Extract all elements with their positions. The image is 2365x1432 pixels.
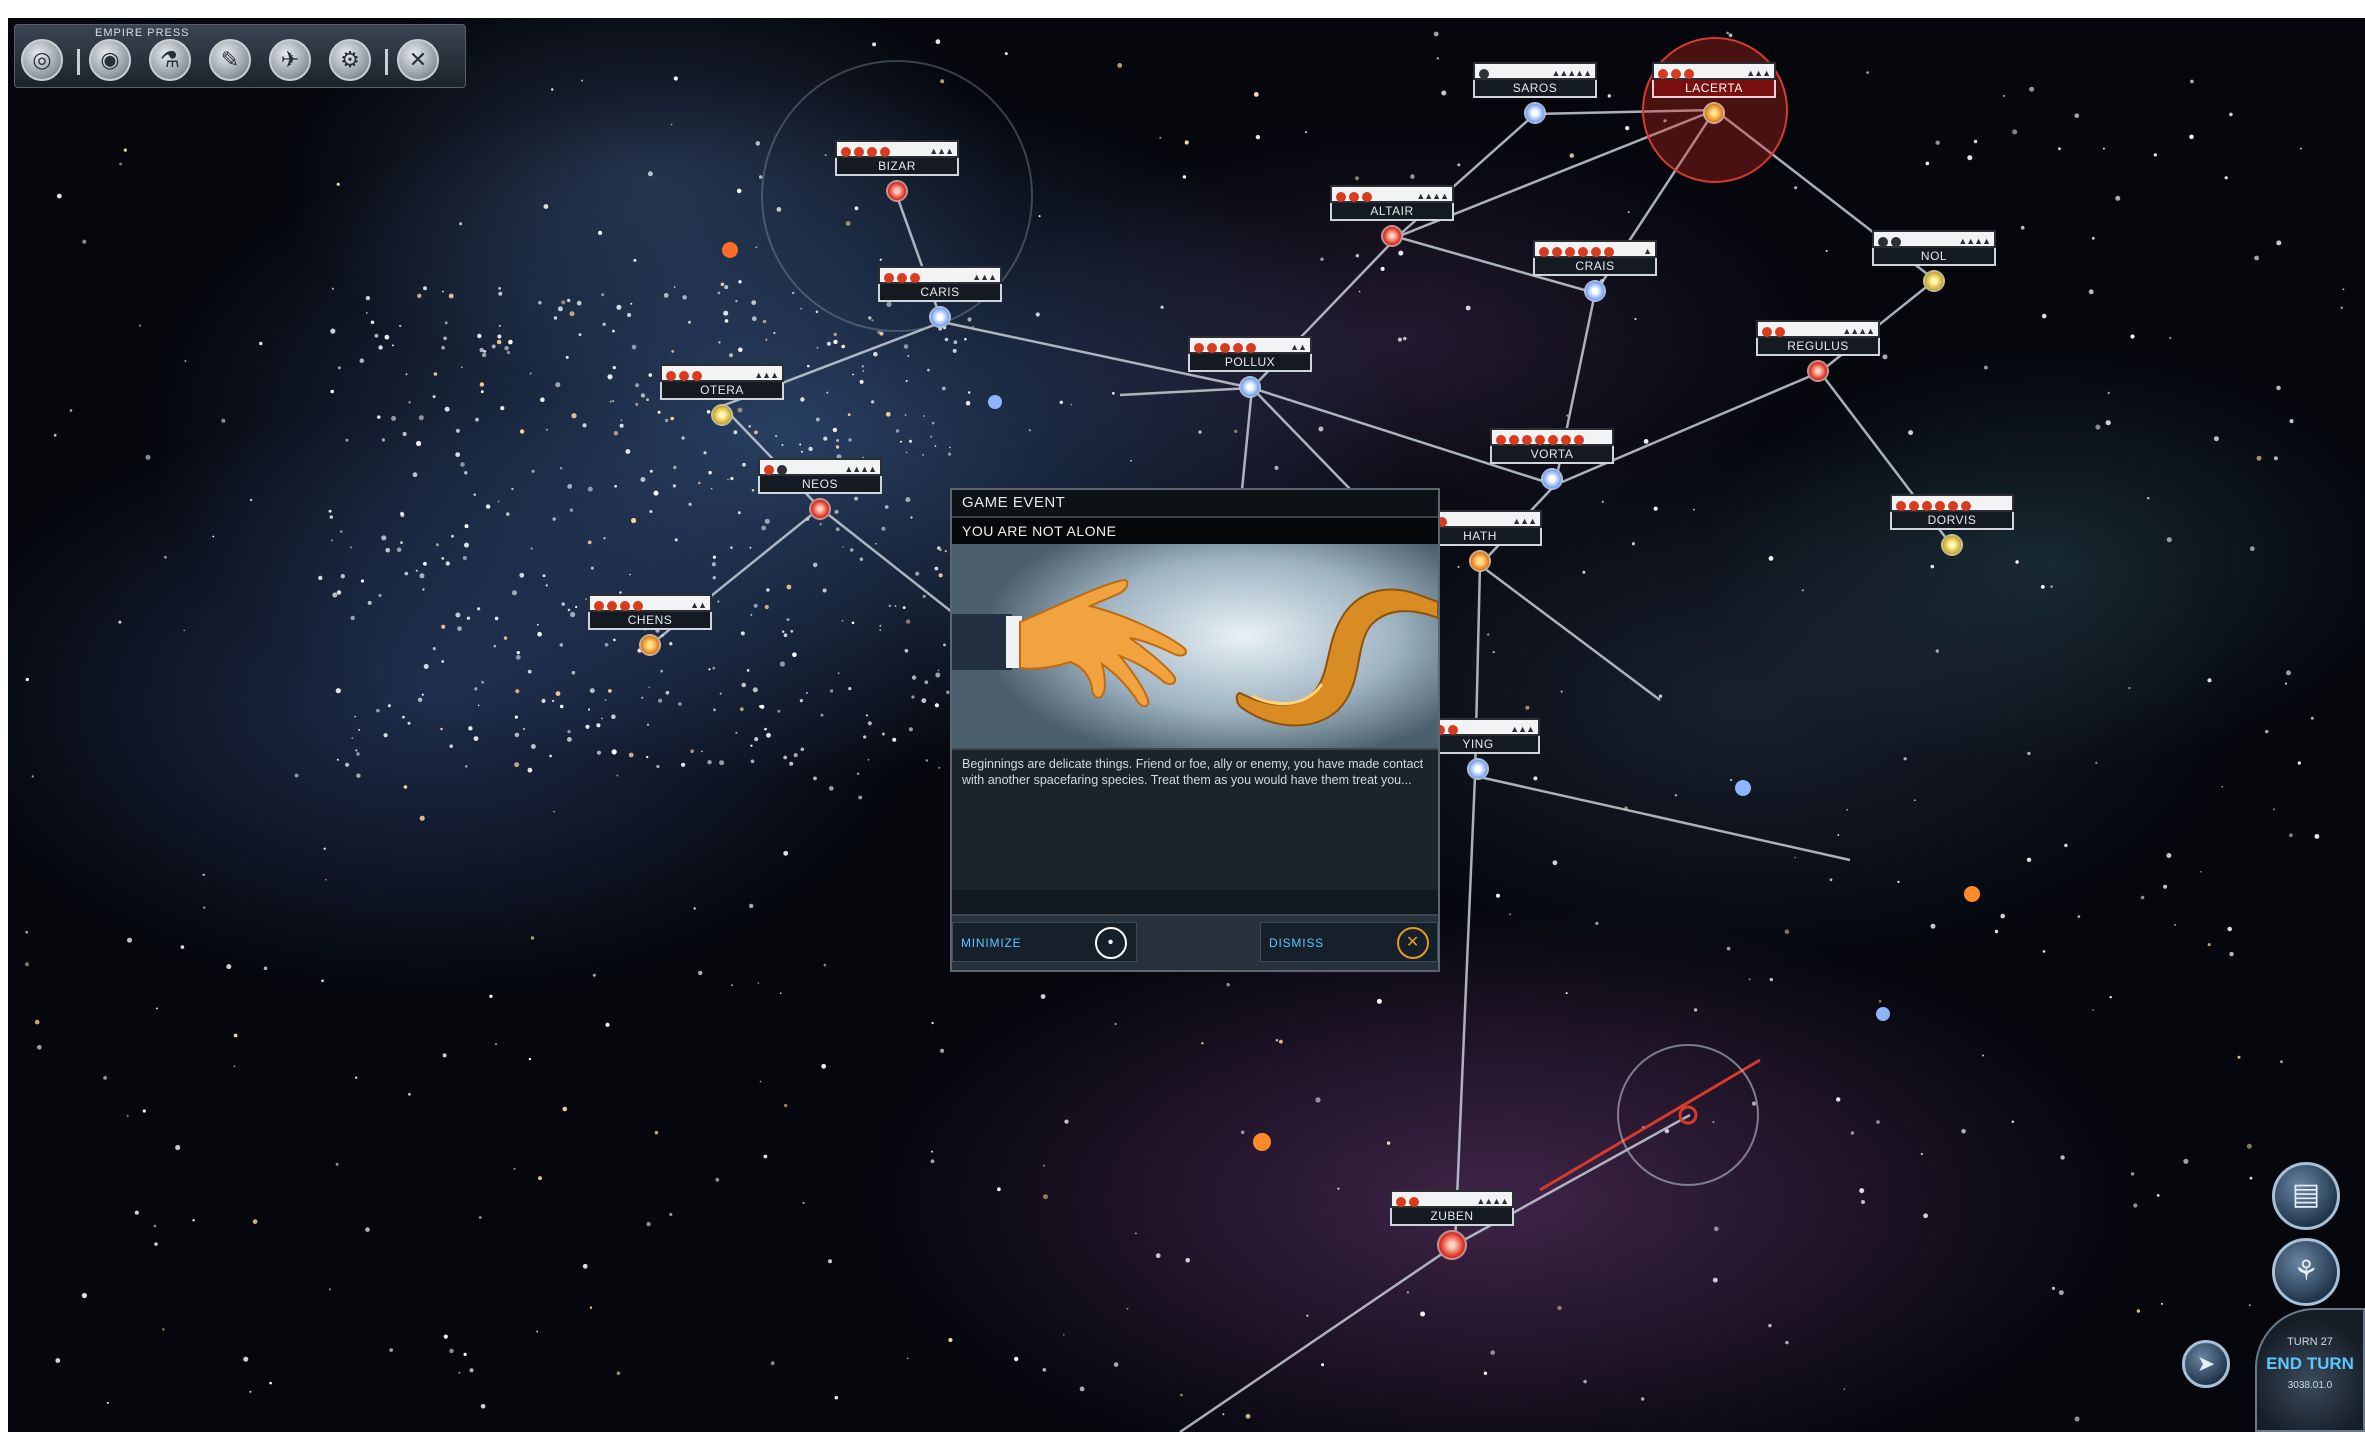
- star-icon[interactable]: [1524, 102, 1546, 124]
- star-icon[interactable]: [1469, 550, 1491, 572]
- system-caris[interactable]: ▲▲▲ CARIS: [878, 266, 1002, 328]
- star-icon[interactable]: [1239, 376, 1261, 398]
- system-slots: [1890, 494, 2014, 512]
- system-slots: ▲▲▲▲▲: [1473, 62, 1597, 80]
- system-name: ZUBEN: [1390, 1208, 1514, 1226]
- event-header: GAME EVENT: [952, 490, 1438, 518]
- system-name: LACERTA: [1652, 80, 1776, 98]
- main-toolbar: EMPIRE PRESS ◎ ◉ ⚗ ✎ ✈ ⚙ ✕: [14, 24, 466, 88]
- dismiss-button[interactable]: DISMISS ✕: [1260, 922, 1438, 962]
- star-icon[interactable]: [1941, 534, 1963, 556]
- system-name: VORTA: [1490, 446, 1614, 464]
- toolbar-separator: [77, 49, 80, 75]
- star-icon[interactable]: [1807, 360, 1829, 382]
- system-name: POLLUX: [1188, 354, 1312, 372]
- dismiss-icon[interactable]: ✕: [1397, 927, 1429, 959]
- event-title: YOU ARE NOT ALONE: [952, 518, 1438, 544]
- system-slots: ▲▲▲▲: [758, 458, 882, 476]
- system-slots: [1490, 428, 1614, 446]
- date-label: 3038.01.0: [2287, 1380, 2333, 1391]
- dismiss-label: DISMISS: [1269, 936, 1324, 950]
- end-turn-label: END TURN: [2266, 1354, 2354, 1373]
- event-image: [952, 544, 1438, 748]
- system-slots: ▲▲▲▲: [1330, 185, 1454, 203]
- star-icon[interactable]: [1541, 468, 1563, 490]
- star-icon[interactable]: [1703, 102, 1725, 124]
- tech-icon[interactable]: ⚙: [329, 39, 371, 81]
- galaxy-icon[interactable]: ◎: [21, 39, 63, 81]
- system-name: OTERA: [660, 382, 784, 400]
- star-icon[interactable]: [711, 404, 733, 426]
- star-icon[interactable]: [809, 498, 831, 520]
- fleet-icon[interactable]: ✈: [269, 39, 311, 81]
- system-name: SAROS: [1473, 80, 1597, 98]
- system-slots: ▲▲▲▲: [1390, 1190, 1514, 1208]
- system-slots: ▲▲: [1188, 336, 1312, 354]
- system-name: REGULUS: [1756, 338, 1880, 356]
- system-slots: ▲▲▲: [835, 140, 959, 158]
- system-name: DORVIS: [1890, 512, 2014, 530]
- system-otera[interactable]: ▲▲▲ OTERA: [660, 364, 784, 426]
- star-icon[interactable]: [1584, 280, 1606, 302]
- system-lacerta[interactable]: ▲▲▲ LACERTA: [1652, 62, 1776, 124]
- diplomacy-icon[interactable]: ✎: [209, 39, 251, 81]
- end-turn-button[interactable]: TURN 27 END TURN 3038.01.0: [2255, 1308, 2365, 1432]
- system-chens[interactable]: ▲▲ CHENS: [588, 594, 712, 656]
- star-icon[interactable]: [886, 180, 908, 202]
- system-name: CARIS: [878, 284, 1002, 302]
- star-icon[interactable]: [1381, 225, 1403, 247]
- system-slots: ▲▲▲▲: [1872, 230, 1996, 248]
- system-crais[interactable]: ▲ CRAIS: [1533, 240, 1657, 302]
- system-name: CHENS: [588, 612, 712, 630]
- system-slots: ▲▲▲: [878, 266, 1002, 284]
- system-regulus[interactable]: ▲▲▲▲ REGULUS: [1756, 320, 1880, 382]
- system-slots: ▲▲▲▲: [1756, 320, 1880, 338]
- star-icon[interactable]: [929, 306, 951, 328]
- system-name: NEOS: [758, 476, 882, 494]
- minimize-button[interactable]: MINIMIZE •: [952, 922, 1137, 962]
- game-event-dialog: GAME EVENT YOU ARE NOT ALONE Beginnings …: [950, 488, 1440, 972]
- system-zuben[interactable]: ▲▲▲▲ ZUBEN: [1390, 1190, 1514, 1260]
- system-bizar[interactable]: ▲▲▲ BIZAR: [835, 140, 959, 202]
- system-slots: ▲▲▲: [660, 364, 784, 382]
- system-saros[interactable]: ▲▲▲▲▲ SAROS: [1473, 62, 1597, 124]
- book-icon[interactable]: ▤: [2272, 1162, 2340, 1230]
- toolbar-separator: [385, 49, 388, 75]
- system-dorvis[interactable]: DORVIS: [1890, 494, 2014, 556]
- toolbar-label: EMPIRE PRESS: [95, 27, 190, 39]
- system-name: CRAIS: [1533, 258, 1657, 276]
- fleet-icon[interactable]: ➤: [2182, 1340, 2230, 1388]
- system-nol[interactable]: ▲▲▲▲ NOL: [1872, 230, 1996, 292]
- system-pollux[interactable]: ▲▲ POLLUX: [1188, 336, 1312, 398]
- research-icon[interactable]: ⚗: [149, 39, 191, 81]
- close-icon[interactable]: ✕: [397, 39, 439, 81]
- star-icon[interactable]: [639, 634, 661, 656]
- minimize-icon[interactable]: •: [1095, 927, 1127, 959]
- system-slots: ▲▲: [588, 594, 712, 612]
- system-vorta[interactable]: VORTA: [1490, 428, 1614, 490]
- handshake-icon[interactable]: ⚘: [2272, 1238, 2340, 1306]
- system-name: BIZAR: [835, 158, 959, 176]
- system-slots: ▲▲▲: [1652, 62, 1776, 80]
- planets-icon[interactable]: ◉: [89, 39, 131, 81]
- star-icon[interactable]: [1437, 1230, 1467, 1260]
- star-icon[interactable]: [1467, 758, 1489, 780]
- system-slots: ▲: [1533, 240, 1657, 258]
- event-body: Beginnings are delicate things. Friend o…: [952, 748, 1438, 890]
- system-name: ALTAIR: [1330, 203, 1454, 221]
- minimize-label: MINIMIZE: [961, 936, 1022, 950]
- handshake-illustration: [952, 578, 1438, 727]
- turn-label: TURN 27: [2287, 1336, 2333, 1348]
- system-altair[interactable]: ▲▲▲▲ ALTAIR: [1330, 185, 1454, 247]
- event-footer: MINIMIZE • DISMISS ✕: [952, 914, 1438, 970]
- star-icon[interactable]: [1923, 270, 1945, 292]
- system-name: NOL: [1872, 248, 1996, 266]
- system-neos[interactable]: ▲▲▲▲ NEOS: [758, 458, 882, 520]
